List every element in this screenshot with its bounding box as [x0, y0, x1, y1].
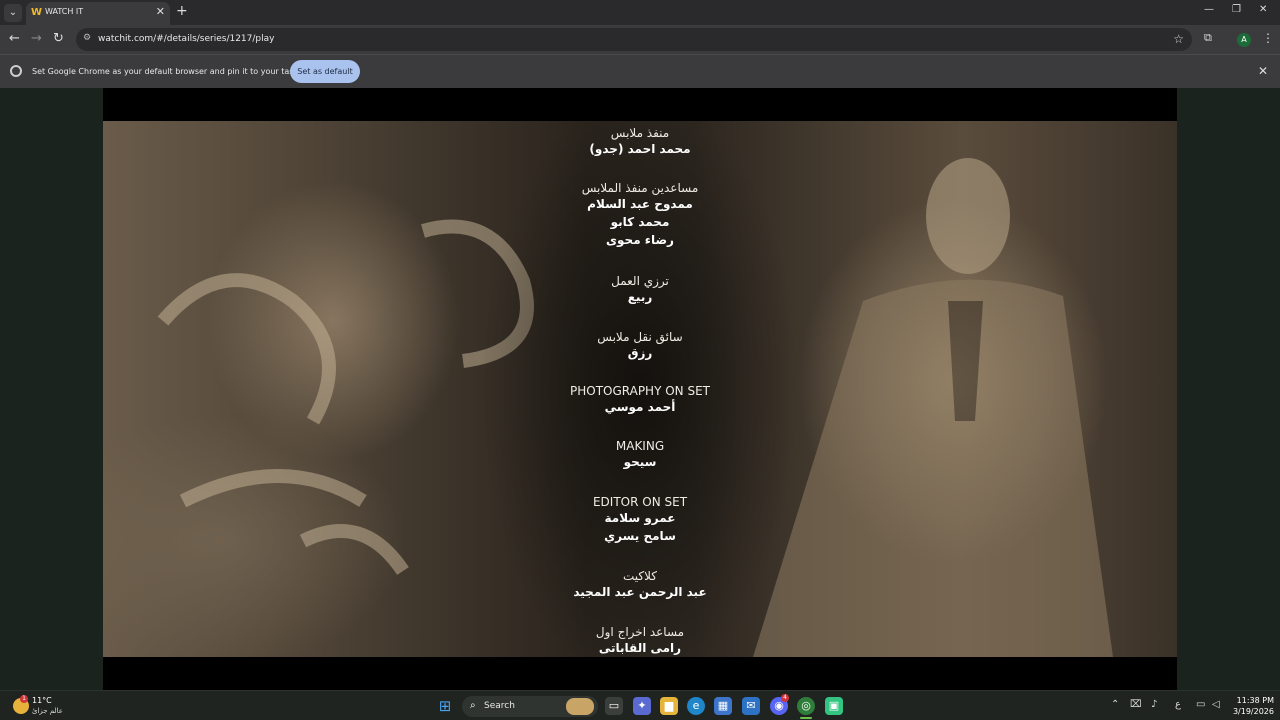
- credit-block: سائق نقل ملابس رزق: [103, 330, 1177, 362]
- discord-badge: 4: [781, 694, 789, 702]
- clock-date[interactable]: 3/19/2026: [1228, 707, 1274, 716]
- mail-icon[interactable]: ✉: [742, 697, 760, 715]
- credit-name: عمرو سلامة: [604, 511, 676, 525]
- credit-block: EDITOR ON SET عمرو سلامة سامح يسري: [103, 495, 1177, 545]
- credit-block: منفذ ملابس محمد احمد (جدو): [103, 126, 1177, 158]
- task-view-icon[interactable]: ▭: [605, 697, 623, 715]
- forward-arrow-icon[interactable]: →: [31, 31, 42, 46]
- credit-role: منفذ ملابس: [610, 126, 670, 140]
- bookmark-star-icon[interactable]: ☆: [1173, 32, 1184, 46]
- credit-name: سيحو: [623, 455, 657, 469]
- microphone-icon[interactable]: ♪: [1151, 699, 1157, 710]
- infobar-message: Set Google Chrome as your default browse…: [32, 67, 312, 76]
- copilot-icon[interactable]: ✦: [633, 697, 651, 715]
- credit-role: كلاكيت: [623, 569, 657, 583]
- credit-name: سامح يسري: [604, 529, 676, 543]
- credit-role: EDITOR ON SET: [592, 495, 688, 509]
- page-content: منفذ ملابس محمد احمد (جدو) مساعدين منفذ ال…: [0, 88, 1280, 690]
- credits-list: منفذ ملابس محمد احمد (جدو) مساعدين منفذ ال…: [103, 121, 1177, 657]
- default-browser-infobar: Set Google Chrome as your default browse…: [0, 54, 1280, 88]
- edge-icon[interactable]: e: [687, 697, 705, 715]
- back-arrow-icon[interactable]: ←: [9, 31, 20, 46]
- credit-role: MAKING: [615, 439, 665, 453]
- minimize-icon[interactable]: —: [1204, 4, 1214, 15]
- credit-role: سائق نقل ملابس: [597, 330, 683, 344]
- search-label: Search: [484, 701, 515, 711]
- tab-title: WATCH IT: [45, 7, 84, 16]
- credit-name: محمد كابو: [610, 215, 670, 229]
- credit-block: مساعد اخراج اول رامى القاباتى: [103, 625, 1177, 657]
- credit-block: MAKING سيحو: [103, 439, 1177, 471]
- credit-name: رزق: [627, 346, 653, 360]
- credit-role: مساعد اخراج اول: [595, 625, 685, 639]
- tab-watch-it[interactable]: W WATCH IT ✕: [26, 2, 170, 25]
- new-tab-button[interactable]: +: [176, 3, 188, 19]
- volume-icon[interactable]: ◁: [1212, 699, 1220, 710]
- address-bar[interactable]: ⚙ watchit.com/#/details/series/1217/play…: [76, 28, 1192, 51]
- address-url[interactable]: watchit.com/#/details/series/1217/play: [98, 34, 274, 44]
- credit-name: عبد الرحمن عبد المجيد: [573, 585, 707, 599]
- credit-name: رامى القاباتى: [598, 641, 682, 655]
- chrome-taskbar-icon[interactable]: ◎: [797, 697, 815, 715]
- infobar-close-icon[interactable]: ✕: [1258, 64, 1268, 78]
- tab-list-button[interactable]: ⌄: [4, 4, 22, 22]
- credit-name: أحمد موسي: [604, 400, 676, 414]
- extensions-puzzle-icon[interactable]: ⧉: [1204, 31, 1212, 45]
- credit-block: مساعدين منفذ الملابس ممدوح عبد السلام محمد…: [103, 181, 1177, 249]
- tray-chevron-icon[interactable]: ⌃: [1111, 699, 1119, 710]
- credit-name: محمد احمد (جدو): [589, 142, 691, 156]
- microsoft-store-icon[interactable]: ▦: [714, 697, 732, 715]
- network-off-icon[interactable]: ⌧: [1130, 699, 1142, 710]
- taskbar: 1 11°C عالم جزائ ⊞ ⌕ Search ▭ ✦ ▆ e ▦ ✉ …: [0, 690, 1280, 720]
- chrome-active-indicator: [800, 717, 812, 719]
- video-frame: منفذ ملابس محمد احمد (جدو) مساعدين منفذ ال…: [103, 121, 1177, 657]
- taskbar-search[interactable]: ⌕ Search: [462, 696, 598, 717]
- input-indicator[interactable]: ع: [1175, 699, 1181, 710]
- chrome-icon: [10, 65, 22, 77]
- credit-role: ترزي العمل: [611, 274, 669, 288]
- watchit-favicon-icon: W: [31, 7, 43, 18]
- weather-temp[interactable]: 11°C: [32, 696, 52, 705]
- display-icon[interactable]: ▭: [1196, 699, 1205, 710]
- credit-block: كلاكيت عبد الرحمن عبد المجيد: [103, 569, 1177, 601]
- site-info-icon[interactable]: ⚙: [83, 33, 91, 43]
- restore-icon[interactable]: ❐: [1232, 4, 1241, 15]
- chevron-down-icon: ⌄: [8, 7, 18, 18]
- browser-toolbar: ← → ↻ ⚙ watchit.com/#/details/series/121…: [0, 25, 1280, 54]
- clock-time[interactable]: 11:38 PM: [1228, 696, 1274, 705]
- windows-start-icon[interactable]: ⊞: [436, 697, 454, 715]
- video-player[interactable]: منفذ ملابس محمد احمد (جدو) مساعدين منفذ ال…: [103, 88, 1177, 690]
- search-highlight-art: [566, 698, 594, 715]
- tab-close-icon[interactable]: ✕: [156, 5, 165, 18]
- credit-role: PHOTOGRAPHY ON SET: [569, 384, 710, 398]
- set-as-default-button[interactable]: Set as default: [290, 60, 360, 83]
- reload-icon[interactable]: ↻: [53, 31, 64, 46]
- credit-block: ترزي العمل ربيع: [103, 274, 1177, 306]
- credit-name: رضاء محوى: [606, 233, 674, 247]
- tab-strip: ⌄ W WATCH IT ✕ + — ❐ ✕: [0, 0, 1280, 25]
- menu-kebab-icon[interactable]: ⋮: [1262, 31, 1274, 45]
- credit-name: ربيع: [627, 290, 653, 304]
- weather-location[interactable]: عالم جزائ: [32, 707, 63, 715]
- file-explorer-icon[interactable]: ▆: [660, 697, 678, 715]
- search-icon: ⌕: [470, 700, 476, 711]
- weather-badge: 1: [20, 695, 28, 703]
- credit-name: ممدوح عبد السلام: [587, 197, 693, 211]
- window-close-icon[interactable]: ✕: [1259, 4, 1267, 15]
- credit-block: PHOTOGRAPHY ON SET أحمد موسي: [103, 384, 1177, 416]
- app-icon[interactable]: ▣: [825, 697, 843, 715]
- credit-role: مساعدين منفذ الملابس: [581, 181, 699, 195]
- profile-avatar[interactable]: A: [1237, 33, 1251, 47]
